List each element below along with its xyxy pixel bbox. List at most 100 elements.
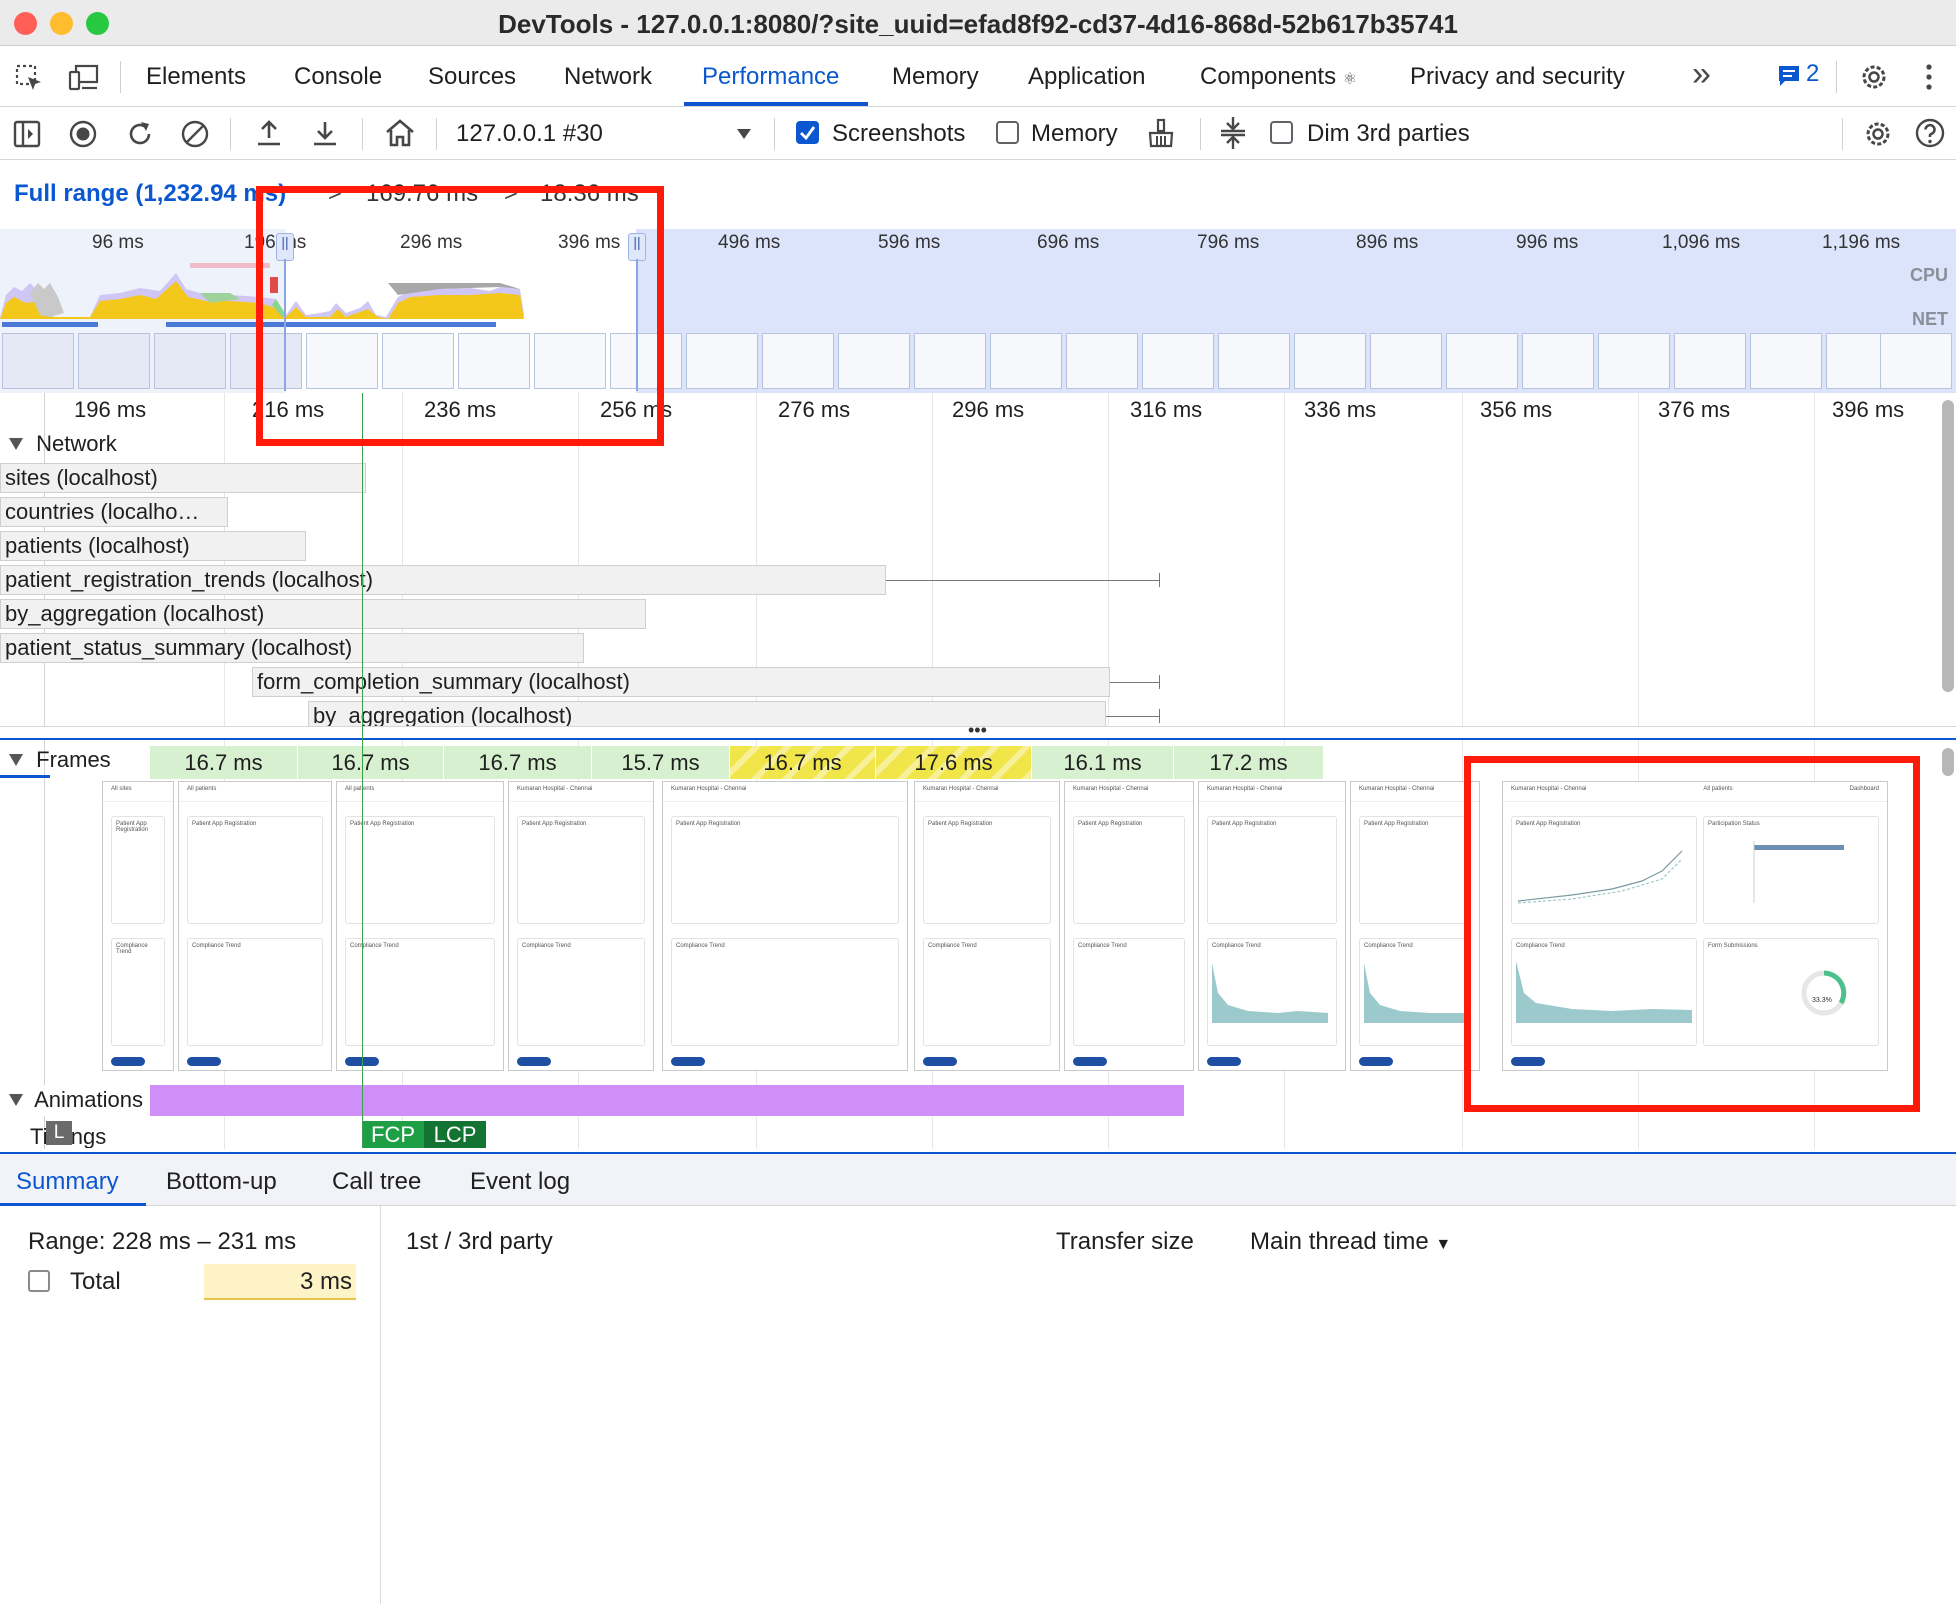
frame-screenshot[interactable]: All sites Patient App Registration Compl…: [102, 781, 174, 1071]
filmstrip-thumbnail: [914, 333, 986, 389]
toolbar-divider-3: [436, 118, 437, 150]
screenshot-card: Patient App Registration: [1073, 816, 1185, 924]
record-icon[interactable]: [68, 119, 98, 154]
animations-track-label: Animations: [34, 1087, 143, 1112]
breadcrumb-full-range[interactable]: Full range (1,232.94 ms): [14, 180, 286, 208]
filmstrip-thumbnail: [838, 333, 910, 389]
toolbar-divider-6: [1842, 118, 1843, 150]
network-request-bar[interactable]: countries (localho…: [0, 497, 228, 527]
network-request-bar[interactable]: patient_registration_trends (localhost): [0, 565, 886, 595]
issues-icon: [1779, 66, 1799, 86]
network-request-bar[interactable]: by_aggregation (localhost): [0, 599, 646, 629]
screenshots-label: Screenshots: [832, 120, 966, 147]
tab-bottom-up[interactable]: Bottom-up: [166, 1168, 277, 1196]
timing-marker-fcp[interactable]: FCP: [362, 1121, 424, 1148]
help-icon[interactable]: [1914, 117, 1946, 154]
tab-network[interactable]: Network: [564, 63, 652, 91]
home-icon[interactable]: [384, 118, 416, 153]
reload-record-icon[interactable]: [125, 119, 155, 154]
tab-application[interactable]: Application: [1028, 63, 1145, 91]
more-tabs-chevron-icon[interactable]: »: [1692, 55, 1711, 94]
dim-3rd-parties-checkbox[interactable]: [1270, 121, 1293, 144]
screenshot-card-title: Patient App Registration: [928, 821, 993, 827]
timing-marker-l[interactable]: L: [46, 1121, 72, 1145]
screenshot-card: Patient App Registration: [1207, 816, 1337, 924]
frames-scrollbar[interactable]: [1942, 748, 1954, 776]
frame-duration[interactable]: 16.7 ms: [444, 746, 592, 779]
track-resizer[interactable]: •••: [0, 721, 1956, 740]
tab-elements[interactable]: Elements: [146, 63, 246, 91]
frames-track-header[interactable]: Frames: [8, 747, 111, 773]
upload-profile-icon[interactable]: [254, 118, 284, 153]
tab-console[interactable]: Console: [294, 63, 382, 91]
frame-duration[interactable]: 16.1 ms: [1032, 746, 1174, 779]
recording-select[interactable]: 127.0.0.1 #30: [446, 108, 766, 160]
frame-duration[interactable]: 15.7 ms: [592, 746, 730, 779]
network-request-bar[interactable]: patient_status_summary (localhost): [0, 633, 584, 663]
toggle-sidebar-icon[interactable]: [12, 119, 42, 154]
frame-duration-partial[interactable]: 17.6 ms: [876, 746, 1032, 779]
frame-screenshot[interactable]: Kumaran Hospital - Chennai Patient App R…: [914, 781, 1060, 1071]
overview-tick: 96 ms: [92, 232, 144, 253]
frame-duration[interactable]: 16.7 ms: [298, 746, 444, 779]
frame-screenshot[interactable]: Kumaran Hospital - Chennai Patient App R…: [1064, 781, 1194, 1071]
tab-sources[interactable]: Sources: [428, 63, 516, 91]
screenshot-card: Patient App Registration: [517, 816, 645, 924]
request-whisker: [886, 580, 1160, 581]
ruler-tick: 276 ms: [778, 397, 851, 422]
issues-button[interactable]: 2: [1776, 62, 1819, 94]
tab-performance[interactable]: Performance: [702, 63, 839, 91]
tab-privacy-security[interactable]: Privacy and security: [1410, 63, 1625, 91]
frame-screenshot[interactable]: Kumaran Hospital - Chennai Patient App R…: [662, 781, 908, 1071]
tab-summary[interactable]: Summary: [16, 1168, 119, 1196]
screenshot-trend-chart: [1212, 963, 1328, 1023]
screenshot-card: Patient App Registration: [923, 816, 1051, 924]
screenshot-feedback-badge: [671, 1057, 705, 1066]
screenshot-card-title: Compliance Trend: [350, 943, 399, 949]
frame-duration-partial[interactable]: 16.7 ms: [730, 746, 876, 779]
screenshot-card-title: Compliance Trend: [1212, 943, 1261, 949]
frame-screenshot[interactable]: Kumaran Hospital - Chennai Patient App R…: [1350, 781, 1480, 1071]
frame-screenshot[interactable]: Kumaran Hospital - Chennai Patient App R…: [508, 781, 654, 1071]
frame-screenshot[interactable]: All patients Patient App Registration Co…: [178, 781, 332, 1071]
garbage-collect-icon[interactable]: [1146, 118, 1176, 153]
tab-event-log[interactable]: Event log: [470, 1168, 570, 1196]
inspect-element-icon[interactable]: [14, 63, 44, 98]
network-track-header[interactable]: Network: [8, 431, 117, 457]
triangle-down-icon: [9, 438, 23, 450]
animation-bar[interactable]: [150, 1085, 1184, 1116]
timing-marker-lcp[interactable]: LCP: [424, 1121, 486, 1148]
clear-icon[interactable]: [180, 119, 210, 154]
timings-track: Timings L FCP LCP: [0, 1118, 1930, 1148]
kebab-menu-icon[interactable]: [1924, 61, 1934, 98]
animations-track-header[interactable]: Animations: [0, 1085, 149, 1116]
total-checkbox[interactable]: [28, 1270, 50, 1292]
network-request-bar[interactable]: form_completion_summary (localhost): [252, 667, 1110, 697]
network-request-bar[interactable]: patients (localhost): [0, 531, 306, 561]
filmstrip-thumbnail: [154, 333, 226, 389]
filmstrip-thumbnail: [1880, 333, 1952, 389]
frame-duration[interactable]: 17.2 ms: [1174, 746, 1324, 779]
screenshot-trend-chart: [1364, 963, 1470, 1023]
screenshot-card: Compliance Trend: [517, 938, 645, 1046]
column-header-party[interactable]: 1st / 3rd party: [406, 1228, 553, 1256]
memory-checkbox[interactable]: [996, 121, 1019, 144]
column-header-transfer-size[interactable]: Transfer size: [1056, 1228, 1194, 1256]
gear-icon[interactable]: [1858, 61, 1890, 98]
download-profile-icon[interactable]: [310, 118, 340, 153]
tabbar-divider: [120, 61, 121, 93]
frame-screenshot[interactable]: Kumaran Hospital - Chennai Patient App R…: [1198, 781, 1346, 1071]
tab-call-tree[interactable]: Call tree: [332, 1168, 421, 1196]
screenshot-card: Compliance Trend: [345, 938, 495, 1046]
overview-tick: 596 ms: [878, 232, 941, 253]
tab-memory[interactable]: Memory: [892, 63, 979, 91]
network-scrollbar[interactable]: [1942, 400, 1954, 692]
network-request-bar[interactable]: sites (localhost): [0, 463, 366, 493]
device-toolbar-icon[interactable]: [68, 63, 100, 98]
tab-components[interactable]: Components ⚛: [1200, 63, 1357, 91]
collapse-tracks-icon[interactable]: [1218, 116, 1248, 155]
frame-duration[interactable]: 16.7 ms: [150, 746, 298, 779]
capture-settings-gear-icon[interactable]: [1862, 118, 1894, 155]
screenshots-checkbox[interactable]: [796, 121, 819, 144]
column-header-main-thread-time[interactable]: Main thread time ▼: [1250, 1228, 1451, 1256]
